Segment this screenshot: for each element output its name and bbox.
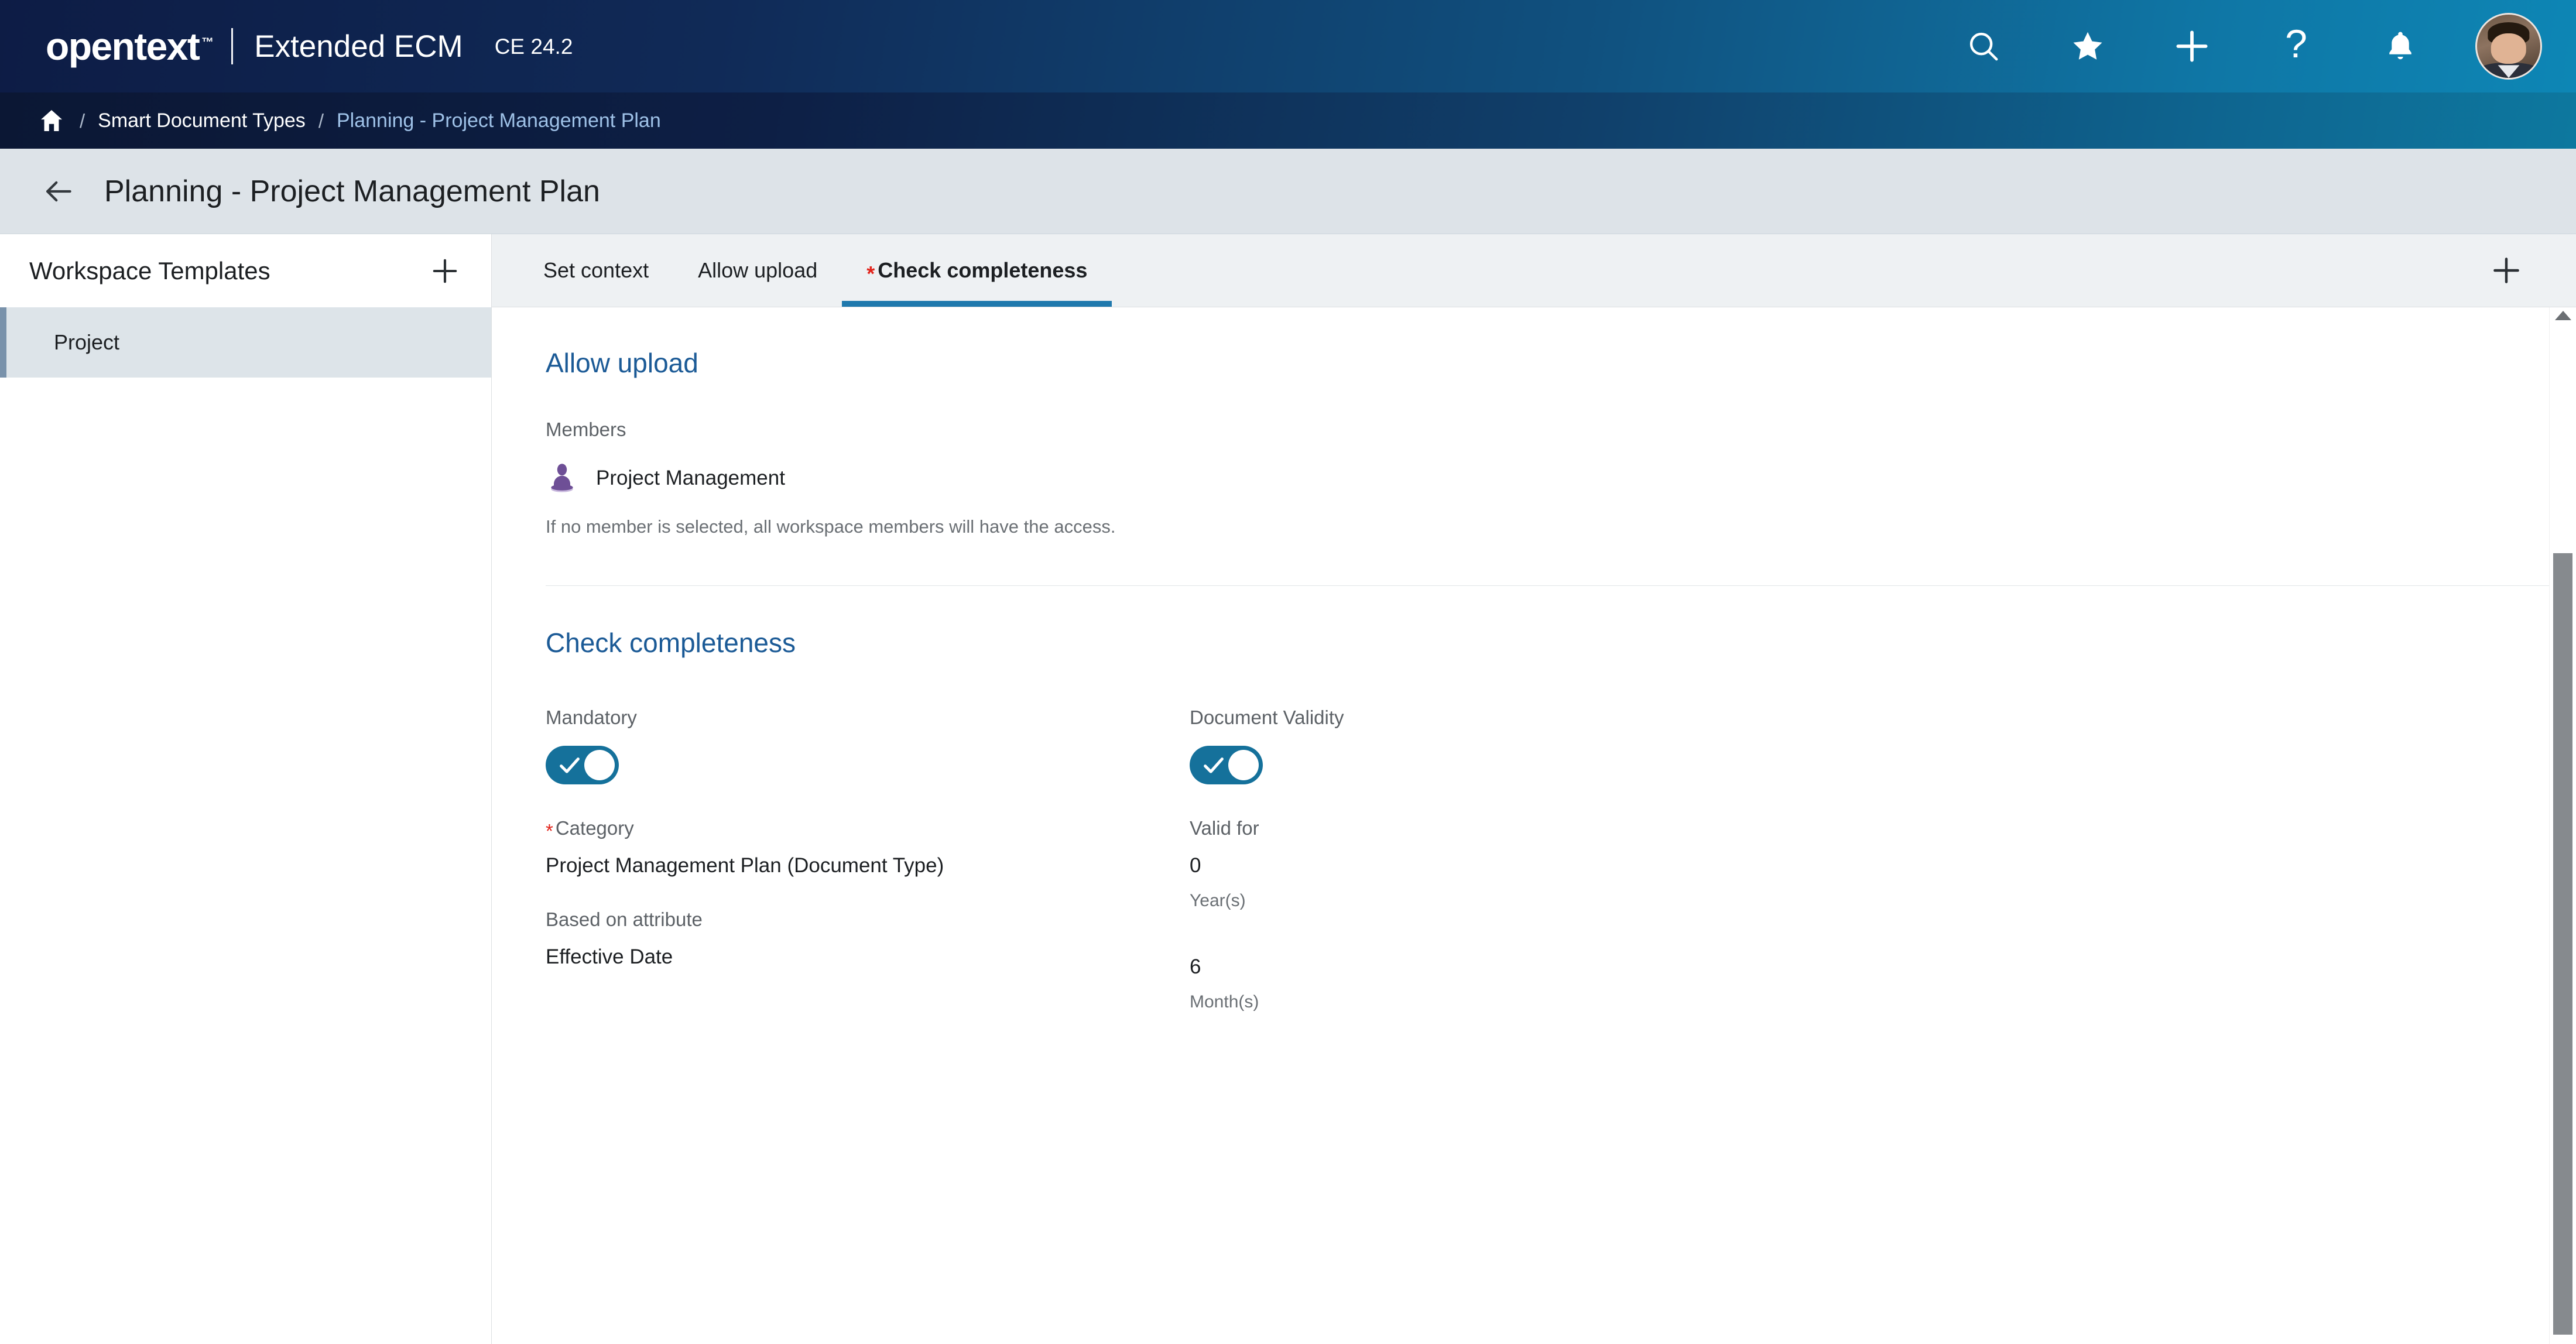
group-member-icon	[546, 461, 578, 494]
based-on-attribute-label: Based on attribute	[546, 908, 703, 930]
header-actions: ?	[1912, 13, 2542, 80]
valid-for-years-value[interactable]: 0	[1190, 855, 2549, 876]
members-block: Members Project Management If no member …	[546, 420, 2549, 536]
breadcrumb-item-smart-document-types[interactable]: Smart Document Types	[98, 111, 306, 131]
favorites-star-icon[interactable]	[2055, 13, 2121, 79]
valid-for-years-field: Valid for 0 Year(s)	[1190, 818, 2549, 910]
application-window: opentext ™ Extended ECM CE 24.2 ? / Smar…	[0, 0, 2576, 1344]
tab-check-completeness[interactable]: * Check completeness	[842, 234, 1112, 307]
toggle-knob	[584, 750, 615, 780]
allow-upload-heading: Allow upload	[546, 348, 698, 378]
back-arrow-icon[interactable]	[36, 169, 81, 214]
tab-label: Check completeness	[878, 258, 1088, 282]
valid-for-label: Valid for	[1190, 817, 1259, 839]
user-avatar[interactable]	[2475, 13, 2542, 80]
members-help-text: If no member is selected, all workspace …	[546, 516, 1116, 537]
opentext-logo[interactable]: opentext ™	[46, 27, 217, 66]
page-title: Planning - Project Management Plan	[104, 174, 600, 208]
category-label: * Category	[546, 817, 1190, 841]
brand-divider	[231, 28, 234, 64]
page-body: Workspace Templates Project Set context	[0, 234, 2576, 1344]
page-title-bar: Planning - Project Management Plan	[0, 149, 2576, 234]
help-question-icon[interactable]: ?	[2263, 13, 2329, 79]
breadcrumb-separator: /	[318, 109, 324, 132]
completeness-right-column: Document Validity Valid for 0 Year(s) 6 …	[1190, 708, 2549, 1011]
mandatory-toggle[interactable]	[546, 746, 619, 784]
based-on-attribute-field: Based on attribute Effective Date	[546, 910, 1190, 967]
scroll-up-arrow-icon[interactable]	[2554, 311, 2571, 320]
product-name: Extended ECM	[254, 29, 463, 64]
tab-bar: Set context Allow upload * Check complet…	[492, 234, 2576, 307]
brand-area[interactable]: opentext ™ Extended ECM CE 24.2	[46, 27, 573, 66]
completeness-left-column: Mandatory * Category Project Management P…	[546, 708, 1190, 1011]
vertical-scrollbar[interactable]	[2549, 307, 2576, 1344]
sidebar-item-label: Project	[54, 330, 120, 354]
toggle-knob	[1228, 750, 1259, 780]
toggle-check-icon	[1204, 757, 1224, 773]
scrollbar-thumb[interactable]	[2553, 553, 2572, 1335]
main-pane: Set context Allow upload * Check complet…	[492, 234, 2576, 1344]
mandatory-label: Mandatory	[546, 707, 637, 728]
tab-set-context[interactable]: Set context	[519, 234, 673, 307]
category-value[interactable]: Project Management Plan (Document Type)	[546, 855, 1190, 876]
category-field: * Category Project Management Plan (Docum…	[546, 818, 1190, 876]
allow-upload-section: Allow upload Members Project Management …	[492, 307, 2549, 586]
based-on-attribute-value[interactable]: Effective Date	[546, 947, 1190, 967]
tab-label: Set context	[543, 258, 649, 282]
trademark-symbol: ™	[201, 36, 214, 49]
valid-for-months-value[interactable]: 6	[1190, 956, 2549, 977]
check-completeness-section: Check completeness Mandatory * Category …	[492, 586, 2549, 1011]
avatar-face	[2491, 33, 2527, 64]
members-label: Members	[546, 419, 626, 440]
tab-bar-spacer	[1112, 234, 2483, 307]
search-icon[interactable]	[1951, 13, 2016, 79]
completeness-form-grid: Mandatory * Category Project Management P…	[546, 708, 2549, 1011]
add-tab-icon[interactable]	[2483, 248, 2529, 293]
check-completeness-heading: Check completeness	[546, 628, 796, 658]
category-label-text: Category	[555, 817, 634, 839]
document-validity-toggle[interactable]	[1190, 746, 1263, 784]
sidebar: Workspace Templates Project	[0, 234, 492, 1344]
sidebar-item-project[interactable]: Project	[0, 307, 491, 378]
valid-for-months-field: 6 Month(s)	[1190, 939, 2549, 1011]
sidebar-header: Workspace Templates	[0, 234, 491, 307]
notifications-bell-icon[interactable]	[2368, 13, 2433, 79]
valid-for-months-unit: Month(s)	[1190, 992, 1259, 1012]
workspace-template-list: Project	[0, 307, 491, 1344]
tab-allow-upload[interactable]: Allow upload	[673, 234, 842, 307]
breadcrumb-item-current[interactable]: Planning - Project Management Plan	[337, 111, 661, 131]
valid-for-years-unit: Year(s)	[1190, 891, 1246, 910]
global-header: opentext ™ Extended ECM CE 24.2 ?	[0, 0, 2576, 92]
product-version: CE 24.2	[494, 34, 573, 59]
breadcrumb-separator: /	[80, 109, 85, 132]
sidebar-title: Workspace Templates	[29, 256, 270, 284]
add-plus-icon[interactable]	[2159, 13, 2225, 79]
document-validity-label: Document Validity	[1190, 707, 1344, 728]
form-content: Allow upload Members Project Management …	[492, 307, 2576, 1344]
home-icon[interactable]	[36, 105, 67, 136]
tab-label: Allow upload	[698, 258, 818, 282]
required-asterisk: *	[546, 820, 553, 842]
toggle-check-icon	[560, 757, 580, 773]
required-asterisk: *	[866, 262, 875, 286]
member-name: Project Management	[596, 466, 785, 489]
breadcrumb: / Smart Document Types / Planning - Proj…	[0, 92, 2576, 149]
add-workspace-template-icon[interactable]	[423, 249, 467, 293]
member-row[interactable]: Project Management	[546, 461, 2549, 494]
